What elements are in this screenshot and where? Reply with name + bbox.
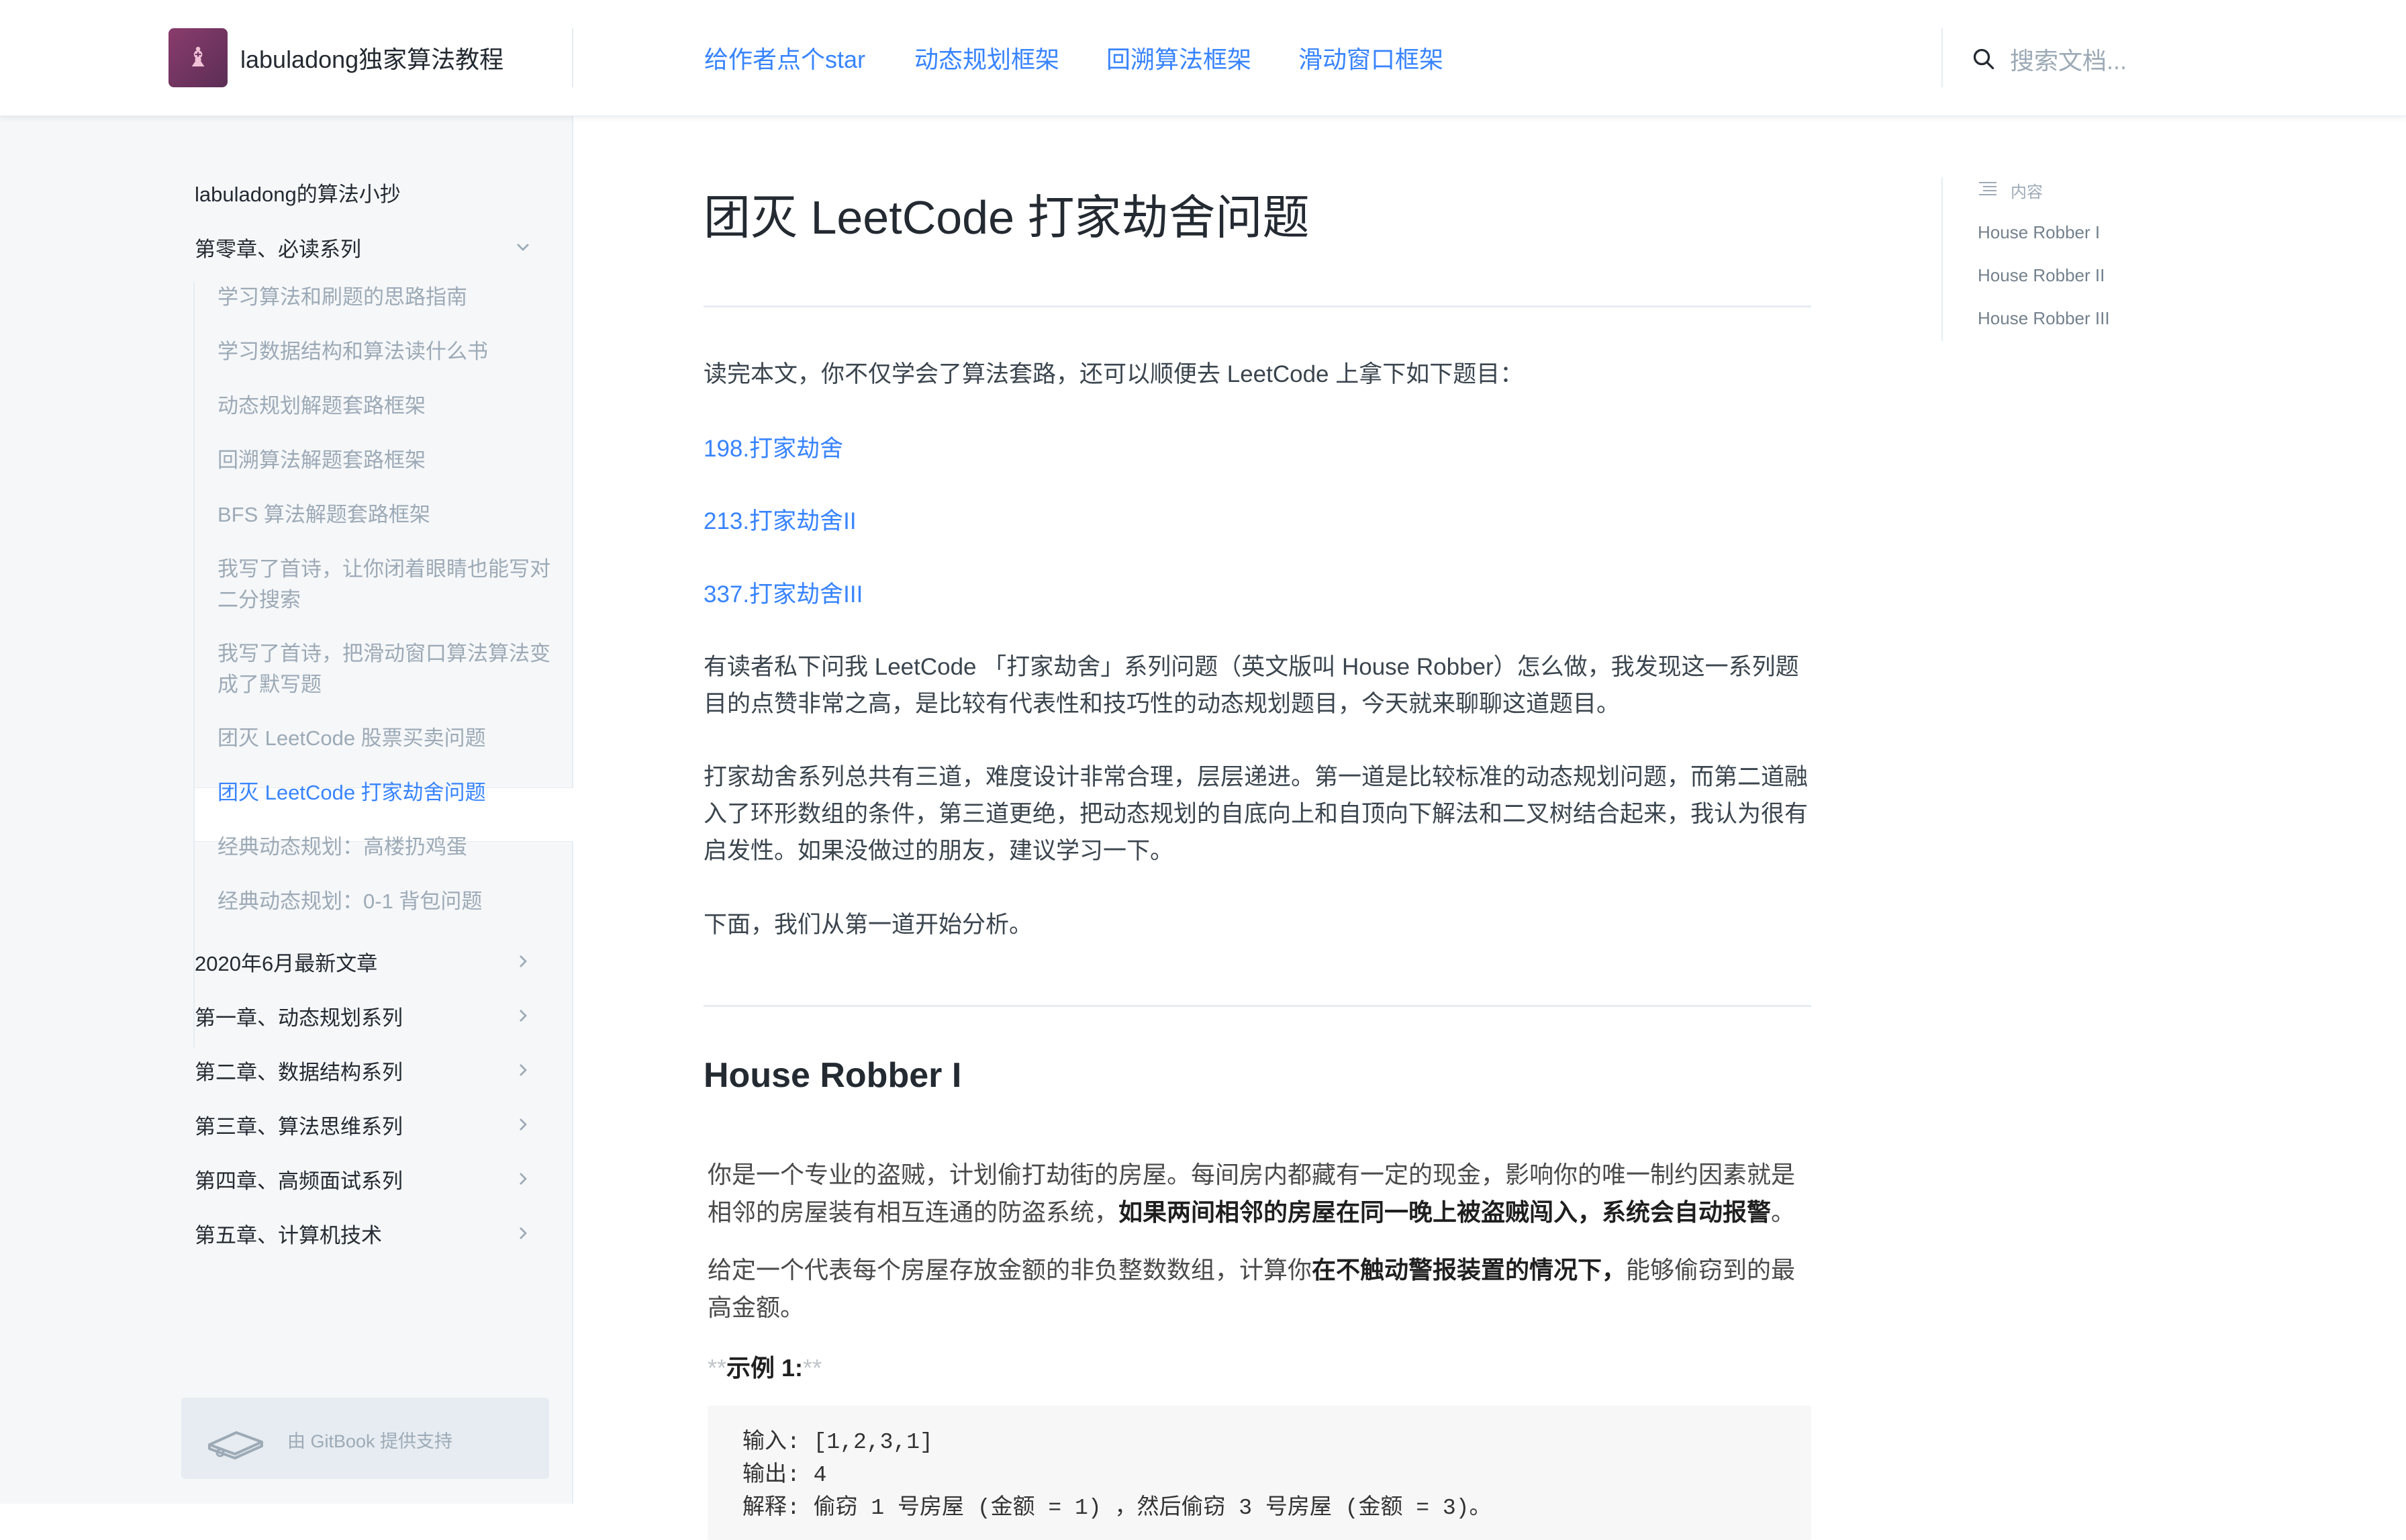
problem-statement: 你是一个专业的盗贼，计划偷打劫街的房屋。每间房内都藏有一定的现金，影响你的唯一制… <box>708 1161 1796 1226</box>
gitbook-icon <box>208 1431 263 1459</box>
chevron-right-icon[interactable] <box>512 1005 534 1026</box>
code-block: 输入: [1,2,3,1] 输出: 4 解释: 偷窃 1 号房屋 (金额 = 1… <box>708 1406 1811 1540</box>
nav-link-dp[interactable]: 动态规划框架 <box>914 40 1059 75</box>
title-divider <box>704 305 1811 307</box>
page-title: 团灭 LeetCode 打家劫舍问题 <box>704 191 1310 244</box>
search-input[interactable]: 搜索文档... <box>2010 42 2127 77</box>
sidebar-item[interactable]: 我写了首诗，让你闭着眼睛也能写对二分搜索 <box>218 554 560 616</box>
example-heading: **示例 1:** <box>708 1354 822 1382</box>
sidebar-item[interactable]: BFS 算法解题套路框架 <box>218 499 560 530</box>
sidebar-chapter-0[interactable]: 第零章、必读系列 <box>195 232 361 262</box>
sidebar-item[interactable]: 学习算法和刷题的思路指南 <box>218 282 560 313</box>
code-line: 输入: [1,2,3,1] <box>742 1430 933 1455</box>
search-icon[interactable] <box>1972 47 1996 71</box>
gitbook-footer-link[interactable]: 由 GitBook 提供支持 <box>181 1398 549 1479</box>
chapter-0-items: 学习算法和刷题的思路指南 学习数据结构和算法读什么书 动态规划解题套路框架 回溯… <box>193 282 573 1048</box>
top-header: ♝ labuladong独家算法教程 给作者点个star 动态规划框架 回溯算法… <box>0 0 2406 116</box>
nav-link-backtrack[interactable]: 回溯算法框架 <box>1106 40 1251 75</box>
code-line: 解释: 偷窃 1 号房屋 (金额 = 1) ，然后偷窃 3 号房屋 (金额 = … <box>742 1496 1492 1521</box>
gitbook-footer-text: 由 GitBook 提供支持 <box>287 1431 453 1451</box>
problem-link-198[interactable]: 198.打家劫舍 <box>704 430 843 464</box>
code-line: 输出: 4 <box>742 1463 827 1488</box>
chevron-down-icon[interactable] <box>512 236 534 258</box>
nav-link-sliding-window[interactable]: 滑动窗口框架 <box>1298 40 1443 75</box>
site-title[interactable]: labuladong独家算法教程 <box>240 40 503 75</box>
list-icon <box>1979 182 1996 195</box>
sidebar-chapter[interactable]: 第二章、数据结构系列 <box>195 1055 403 1086</box>
sidebar-item[interactable]: 经典动态规划：高楼扔鸡蛋 <box>218 832 560 863</box>
chevron-right-icon[interactable] <box>512 1114 534 1135</box>
site-logo[interactable]: ♝ <box>169 28 228 87</box>
sidebar-item[interactable]: 团灭 LeetCode 股票买卖问题 <box>218 723 560 754</box>
toc-item[interactable]: House Robber III <box>1978 308 2110 329</box>
section-divider <box>704 1005 1811 1007</box>
sidebar-chapter[interactable]: 第五章、计算机技术 <box>195 1218 382 1249</box>
header-divider <box>572 28 573 87</box>
section-heading: House Robber I <box>704 1056 962 1095</box>
logo-glyph-icon: ♝ <box>186 43 210 73</box>
paragraph: 打家劫舍系列总共有三道，难度设计非常合理，层层递进。第一道是比较标准的动态规划问… <box>704 764 1809 864</box>
sidebar-chapter[interactable]: 第一章、动态规划系列 <box>195 1001 403 1031</box>
sidebar-item[interactable]: 我写了首诗，把滑动窗口算法算法变成了默写题 <box>218 638 560 700</box>
sidebar: labuladong的算法小抄 第零章、必读系列 学习算法和刷题的思路指南 学习… <box>0 115 573 1504</box>
sidebar-chapter[interactable]: 第四章、高频面试系列 <box>195 1164 403 1194</box>
chevron-right-icon[interactable] <box>512 1059 534 1081</box>
toc-item[interactable]: House Robber I <box>1978 222 2100 243</box>
sidebar-item[interactable]: 学习数据结构和算法读什么书 <box>218 336 560 367</box>
sidebar-chapter[interactable]: 第三章、算法思维系列 <box>195 1110 403 1140</box>
sidebar-item-home[interactable]: labuladong的算法小抄 <box>195 177 401 207</box>
chevron-right-icon[interactable] <box>512 951 534 972</box>
chevron-right-icon[interactable] <box>512 1168 534 1190</box>
chevron-right-icon[interactable] <box>512 1222 534 1244</box>
sidebar-item[interactable]: 动态规划解题套路框架 <box>218 391 560 422</box>
paragraph: 下面，我们从第一道开始分析。 <box>704 912 1033 938</box>
toc-item[interactable]: House Robber II <box>1978 265 2105 286</box>
problem-link-337[interactable]: 337.打家劫舍III <box>704 575 863 610</box>
toc-border <box>1941 177 1943 341</box>
paragraph: 有读者私下问我 LeetCode 「打家劫舍」系列问题（英文版叫 House R… <box>704 654 1799 717</box>
nav-link-star[interactable]: 给作者点个star <box>704 40 865 75</box>
header-divider <box>1941 28 1943 87</box>
toc-heading: 内容 <box>2011 183 2043 201</box>
sidebar-item-active[interactable]: 团灭 LeetCode 打家劫舍问题 <box>218 777 560 808</box>
problem-statement: 给定一个代表每个房屋存放金额的非负整数数组，计算你在不触动警报装置的情况下，能够… <box>708 1256 1796 1321</box>
sidebar-chapter[interactable]: 2020年6月最新文章 <box>195 947 377 977</box>
intro-paragraph: 读完本文，你不仅学会了算法套路，还可以顺便去 LeetCode 上拿下如下题目： <box>704 361 1524 387</box>
problem-link-213[interactable]: 213.打家劫舍II <box>704 502 857 536</box>
sidebar-item[interactable]: 回溯算法解题套路框架 <box>218 445 560 476</box>
sidebar-item[interactable]: 经典动态规划：0-1 背包问题 <box>218 886 560 917</box>
